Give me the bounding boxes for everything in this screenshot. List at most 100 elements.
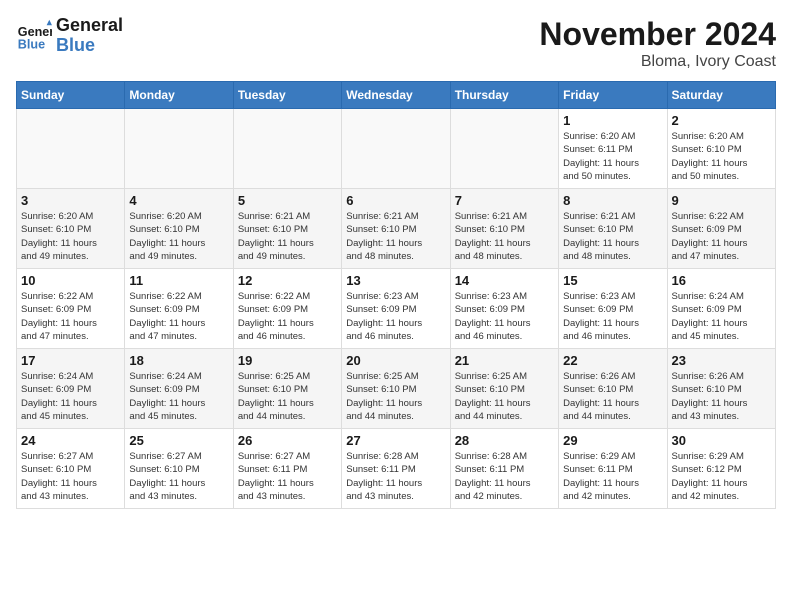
title-block: November 2024 Bloma, Ivory Coast	[539, 16, 776, 71]
calendar-week-1: 1Sunrise: 6:20 AM Sunset: 6:11 PM Daylig…	[17, 109, 776, 189]
day-info: Sunrise: 6:28 AM Sunset: 6:11 PM Dayligh…	[455, 450, 554, 503]
day-info: Sunrise: 6:22 AM Sunset: 6:09 PM Dayligh…	[21, 290, 120, 343]
calendar-cell: 11 Sunrise: 6:22 AM Sunset: 6:09 PM Dayli…	[125, 269, 233, 349]
calendar-cell: 20Sunrise: 6:25 AM Sunset: 6:10 PM Dayli…	[342, 349, 450, 429]
calendar-cell: 14 Sunrise: 6:23 AM Sunset: 6:09 PM Dayli…	[450, 269, 558, 349]
day-info: Sunrise: 6:22 AM Sunset: 6:09 PM Dayligh…	[672, 210, 771, 263]
day-number: 30	[672, 433, 771, 448]
day-info: Sunrise: 6:26 AM Sunset: 6:10 PM Dayligh…	[672, 370, 771, 423]
day-info: Sunrise: 6:27 AM Sunset: 6:11 PM Dayligh…	[238, 450, 337, 503]
weekday-header-thursday: Thursday	[450, 82, 558, 109]
day-number: 10	[21, 273, 120, 288]
calendar-week-5: 24Sunrise: 6:27 AM Sunset: 6:10 PM Dayli…	[17, 429, 776, 509]
day-number: 2	[672, 113, 771, 128]
calendar-week-4: 17Sunrise: 6:24 AM Sunset: 6:09 PM Dayli…	[17, 349, 776, 429]
day-info: Sunrise: 6:27 AM Sunset: 6:10 PM Dayligh…	[129, 450, 228, 503]
calendar-cell: 13 Sunrise: 6:23 AM Sunset: 6:09 PM Dayli…	[342, 269, 450, 349]
logo-text-general: General	[56, 16, 123, 36]
weekday-header-monday: Monday	[125, 82, 233, 109]
day-info: Sunrise: 6:25 AM Sunset: 6:10 PM Dayligh…	[238, 370, 337, 423]
day-number: 21	[455, 353, 554, 368]
calendar-cell: 25 Sunrise: 6:27 AM Sunset: 6:10 PM Dayli…	[125, 429, 233, 509]
day-info: Sunrise: 6:20 AM Sunset: 6:10 PM Dayligh…	[129, 210, 228, 263]
calendar-cell: 28 Sunrise: 6:28 AM Sunset: 6:11 PM Dayli…	[450, 429, 558, 509]
day-info: Sunrise: 6:25 AM Sunset: 6:10 PM Dayligh…	[346, 370, 445, 423]
calendar-cell	[342, 109, 450, 189]
weekday-header-sunday: Sunday	[17, 82, 125, 109]
day-info: Sunrise: 6:20 AM Sunset: 6:10 PM Dayligh…	[672, 130, 771, 183]
day-number: 26	[238, 433, 337, 448]
calendar-cell	[17, 109, 125, 189]
calendar-cell: 30Sunrise: 6:29 AM Sunset: 6:12 PM Dayli…	[667, 429, 775, 509]
day-number: 22	[563, 353, 662, 368]
day-number: 25	[129, 433, 228, 448]
calendar-cell	[233, 109, 341, 189]
page-header: General Blue General Blue November 2024 …	[16, 16, 776, 71]
calendar-week-2: 3 Sunrise: 6:20 AM Sunset: 6:10 PM Daylig…	[17, 189, 776, 269]
day-number: 6	[346, 193, 445, 208]
day-number: 14	[455, 273, 554, 288]
day-number: 19	[238, 353, 337, 368]
calendar-cell: 3 Sunrise: 6:20 AM Sunset: 6:10 PM Daylig…	[17, 189, 125, 269]
day-number: 7	[455, 193, 554, 208]
calendar-cell: 24Sunrise: 6:27 AM Sunset: 6:10 PM Dayli…	[17, 429, 125, 509]
day-number: 15	[563, 273, 662, 288]
day-number: 3	[21, 193, 120, 208]
day-info: Sunrise: 6:24 AM Sunset: 6:09 PM Dayligh…	[672, 290, 771, 343]
calendar-cell: 5 Sunrise: 6:21 AM Sunset: 6:10 PM Daylig…	[233, 189, 341, 269]
calendar-cell: 9 Sunrise: 6:22 AM Sunset: 6:09 PM Daylig…	[667, 189, 775, 269]
calendar-cell: 7 Sunrise: 6:21 AM Sunset: 6:10 PM Daylig…	[450, 189, 558, 269]
calendar-cell: 17Sunrise: 6:24 AM Sunset: 6:09 PM Dayli…	[17, 349, 125, 429]
calendar-cell: 22 Sunrise: 6:26 AM Sunset: 6:10 PM Dayli…	[559, 349, 667, 429]
calendar-cell: 10 Sunrise: 6:22 AM Sunset: 6:09 PM Dayli…	[17, 269, 125, 349]
day-number: 23	[672, 353, 771, 368]
day-number: 18	[129, 353, 228, 368]
calendar-cell	[450, 109, 558, 189]
calendar-cell	[125, 109, 233, 189]
day-info: Sunrise: 6:24 AM Sunset: 6:09 PM Dayligh…	[21, 370, 120, 423]
day-number: 8	[563, 193, 662, 208]
weekday-header-wednesday: Wednesday	[342, 82, 450, 109]
calendar-week-3: 10 Sunrise: 6:22 AM Sunset: 6:09 PM Dayli…	[17, 269, 776, 349]
day-info: Sunrise: 6:23 AM Sunset: 6:09 PM Dayligh…	[455, 290, 554, 343]
day-number: 5	[238, 193, 337, 208]
calendar-cell: 4 Sunrise: 6:20 AM Sunset: 6:10 PM Daylig…	[125, 189, 233, 269]
day-number: 29	[563, 433, 662, 448]
day-number: 9	[672, 193, 771, 208]
day-info: Sunrise: 6:24 AM Sunset: 6:09 PM Dayligh…	[129, 370, 228, 423]
day-info: Sunrise: 6:23 AM Sunset: 6:09 PM Dayligh…	[346, 290, 445, 343]
month-title: November 2024	[539, 16, 776, 53]
location: Bloma, Ivory Coast	[539, 53, 776, 71]
day-info: Sunrise: 6:26 AM Sunset: 6:10 PM Dayligh…	[563, 370, 662, 423]
calendar-cell: 8 Sunrise: 6:21 AM Sunset: 6:10 PM Daylig…	[559, 189, 667, 269]
day-number: 4	[129, 193, 228, 208]
weekday-header-saturday: Saturday	[667, 82, 775, 109]
calendar-body: 1Sunrise: 6:20 AM Sunset: 6:11 PM Daylig…	[17, 109, 776, 509]
day-info: Sunrise: 6:22 AM Sunset: 6:09 PM Dayligh…	[129, 290, 228, 343]
calendar-cell: 26 Sunrise: 6:27 AM Sunset: 6:11 PM Dayli…	[233, 429, 341, 509]
weekday-header-friday: Friday	[559, 82, 667, 109]
calendar-header-row: SundayMondayTuesdayWednesdayThursdayFrid…	[17, 82, 776, 109]
day-number: 13	[346, 273, 445, 288]
day-info: Sunrise: 6:21 AM Sunset: 6:10 PM Dayligh…	[238, 210, 337, 263]
calendar-cell: 29 Sunrise: 6:29 AM Sunset: 6:11 PM Dayli…	[559, 429, 667, 509]
calendar-cell: 15Sunrise: 6:23 AM Sunset: 6:09 PM Dayli…	[559, 269, 667, 349]
weekday-header-tuesday: Tuesday	[233, 82, 341, 109]
day-info: Sunrise: 6:29 AM Sunset: 6:11 PM Dayligh…	[563, 450, 662, 503]
day-info: Sunrise: 6:22 AM Sunset: 6:09 PM Dayligh…	[238, 290, 337, 343]
day-info: Sunrise: 6:20 AM Sunset: 6:10 PM Dayligh…	[21, 210, 120, 263]
day-number: 27	[346, 433, 445, 448]
calendar-cell: 23 Sunrise: 6:26 AM Sunset: 6:10 PM Dayli…	[667, 349, 775, 429]
day-info: Sunrise: 6:25 AM Sunset: 6:10 PM Dayligh…	[455, 370, 554, 423]
day-info: Sunrise: 6:21 AM Sunset: 6:10 PM Dayligh…	[563, 210, 662, 263]
day-number: 11	[129, 273, 228, 288]
day-number: 16	[672, 273, 771, 288]
calendar-cell: 16 Sunrise: 6:24 AM Sunset: 6:09 PM Dayli…	[667, 269, 775, 349]
day-info: Sunrise: 6:27 AM Sunset: 6:10 PM Dayligh…	[21, 450, 120, 503]
day-info: Sunrise: 6:21 AM Sunset: 6:10 PM Dayligh…	[455, 210, 554, 263]
svg-text:Blue: Blue	[18, 37, 45, 51]
calendar-cell: 18 Sunrise: 6:24 AM Sunset: 6:09 PM Dayli…	[125, 349, 233, 429]
logo-text-blue: Blue	[56, 36, 123, 56]
calendar-cell: 27Sunrise: 6:28 AM Sunset: 6:11 PM Dayli…	[342, 429, 450, 509]
day-number: 28	[455, 433, 554, 448]
